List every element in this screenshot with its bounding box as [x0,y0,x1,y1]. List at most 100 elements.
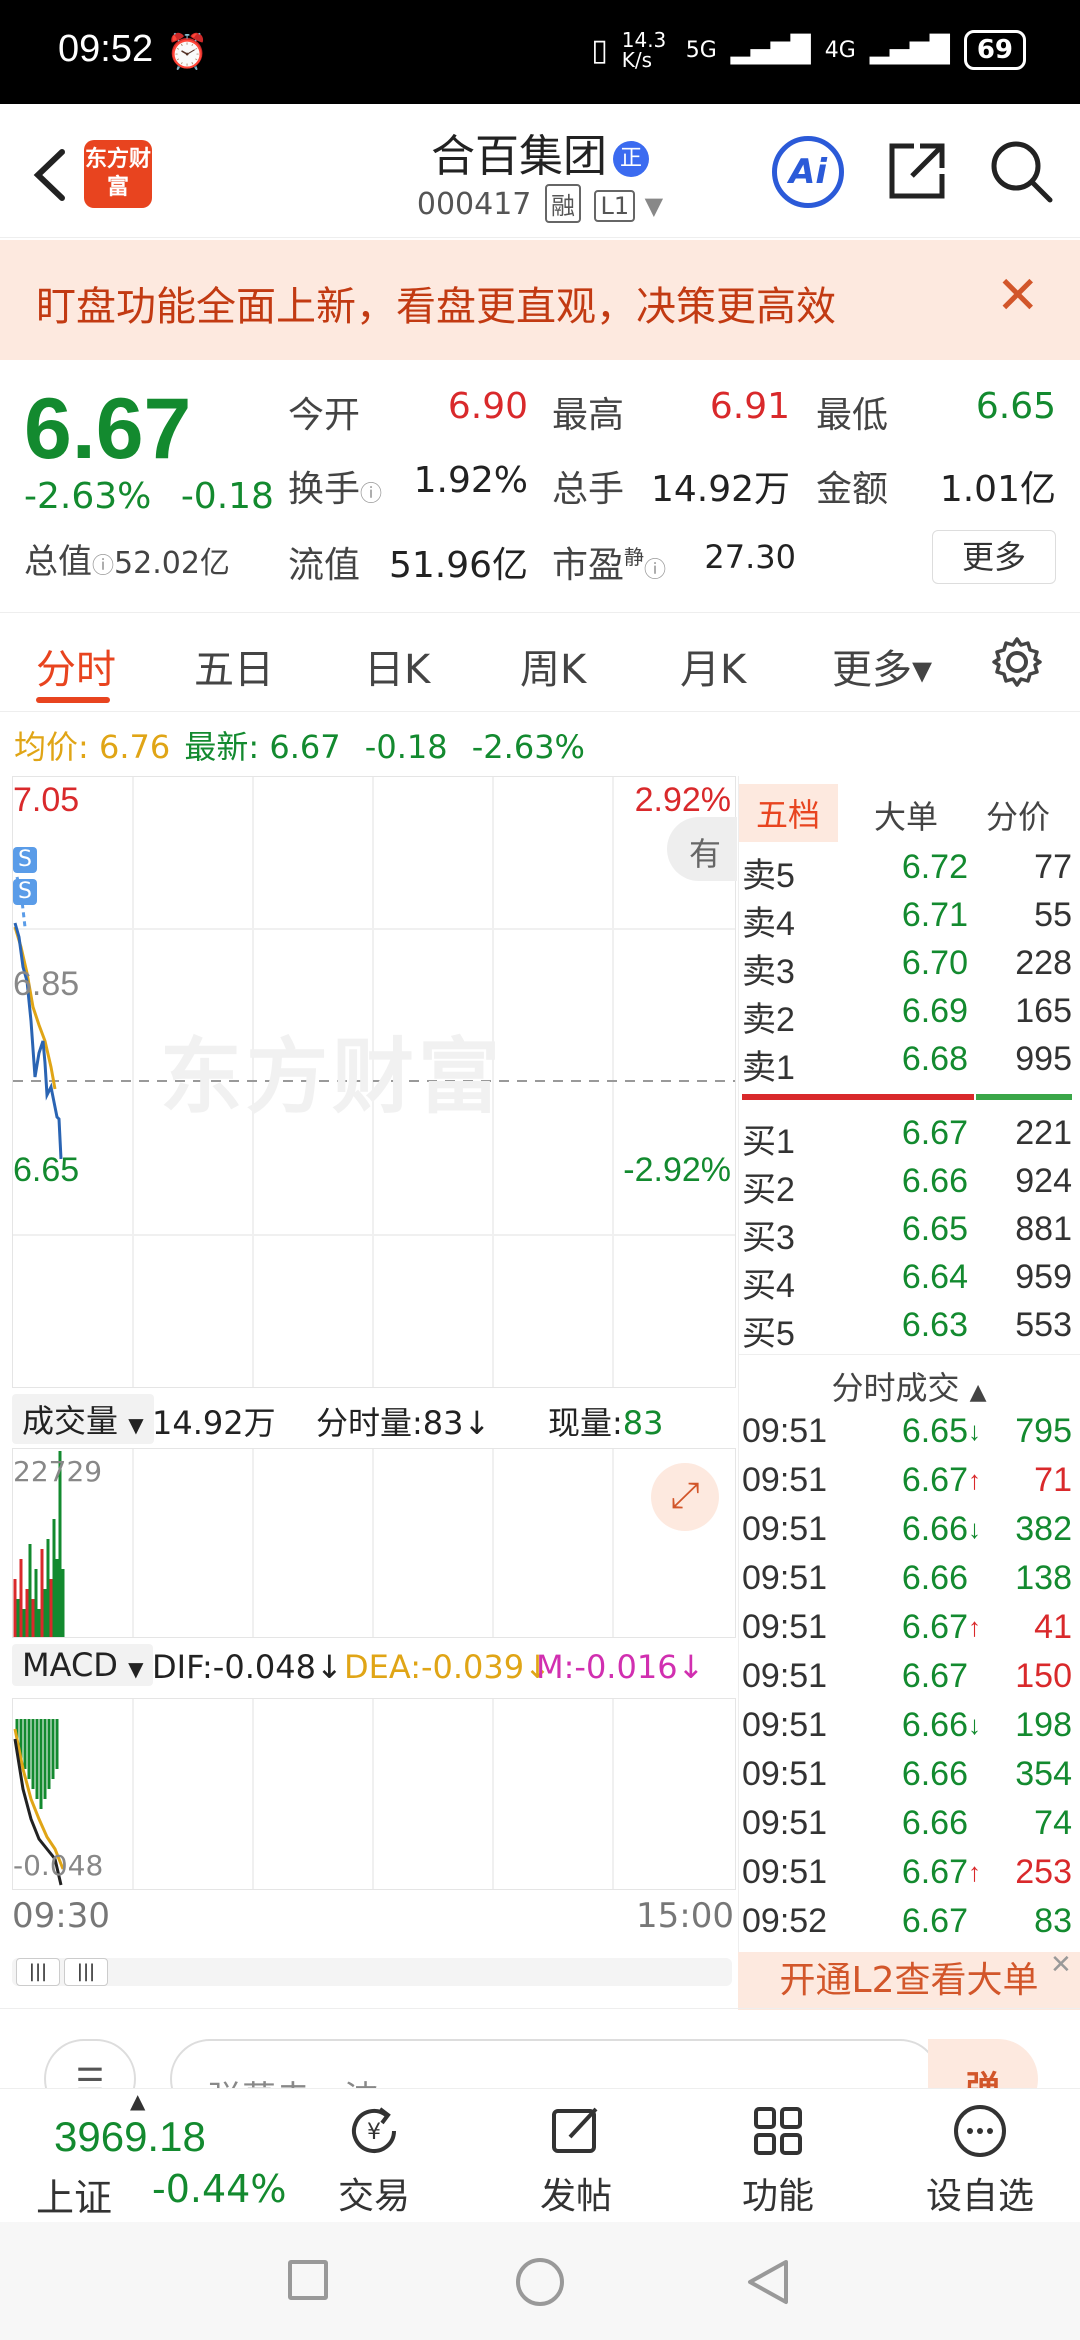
back-icon[interactable] [746,2258,790,2306]
expand-icon[interactable]: ⤢ [651,1463,719,1531]
turnover-value: 1.92% [413,460,528,501]
grid-icon [754,2107,802,2155]
macd-dropdown[interactable]: MACD ▼ [12,1644,154,1686]
danmaku-send-button[interactable]: 弹 [928,2039,1038,2088]
tab-five-day[interactable]: 五日 [194,637,274,695]
trades-title[interactable]: 分时成交 ▲ [738,1354,1080,1408]
edit-icon [552,2107,598,2153]
avg-value: 6.76 [98,728,171,766]
total-value: 总值ⓘ52.02亿 [24,534,230,583]
scroll-handle-right[interactable]: ||| [64,1958,108,1986]
macd-dif: DIF:-0.048↓ [152,1648,343,1686]
info-icon[interactable]: ⓘ [644,558,666,583]
volume-dropdown[interactable]: 成交量 ▼ [12,1394,154,1444]
comment-list-icon[interactable]: ☰ [44,2039,136,2088]
tab-large-orders[interactable]: 大单 [874,792,938,838]
trade-row: 09:51 6.67 ↑ 71 [742,1461,1072,1499]
float-value: 51.96亿 [388,545,528,586]
bottom-nav: ▲ 3969.18 上证 -0.44% ¥ 交易 发帖 功能 设自选 [0,2088,1080,2222]
chart-tabs: 分时 五日 日K 周K 月K 更多▾ [0,612,1080,712]
volume-chart[interactable]: 22729 ⤢ [12,1448,736,1638]
share-icon[interactable] [884,138,950,204]
tab-five-level[interactable]: 五档 [738,784,839,842]
net-5g: 5G [685,37,717,63]
tab-monthly-k[interactable]: 月K [680,637,746,695]
promo-banner[interactable]: 盯盘功能全面上新，看盘更直观，决策更高效 ✕ [0,240,1080,360]
bid-row: 买3 6.65 881 [742,1210,1072,1257]
tab-more[interactable]: 更多▾ [832,637,932,695]
trade-row: 09:51 6.67 150 [742,1657,1072,1695]
change-pct: -2.63% [24,476,152,517]
latest-value: 6.67 [269,728,341,766]
index-name: 上证 [36,2176,113,2220]
tab-intraday[interactable]: 分时 [36,637,116,695]
chart-bottom-pct: -2.92% [623,1151,731,1189]
trade-row: 09:51 6.67 ↑ 41 [742,1608,1072,1646]
nav-trade[interactable]: ¥ 交易 [304,2103,444,2219]
verified-badge: 正 [613,141,649,177]
close-icon[interactable]: ✕ [1050,1950,1072,1980]
l2-upgrade-banner[interactable]: 开通L2查看大单 [738,1952,1080,2010]
tab-daily-k[interactable]: 日K [364,637,430,695]
sell-marker-2[interactable]: S [13,879,37,905]
svg-text:¥: ¥ [367,2120,381,2145]
ask-row: 卖2 6.69 165 [742,992,1072,1039]
nav-post[interactable]: 发帖 [506,2103,646,2219]
nav-functions[interactable]: 功能 [708,2103,848,2219]
ask-row: 卖4 6.71 55 [742,896,1072,943]
change-amt: -0.18 [180,476,274,517]
status-time: 09:52 [58,28,154,70]
bid-row: 买4 6.64 959 [742,1258,1072,1305]
status-bar: 09:52 ⏰ ▯ 14.3 K/s 5G ▂▄▆█ 4G ▂▄▆█ 69 [0,0,1080,104]
chevron-down-icon: ▼ [644,192,664,220]
chart-mid-price: 6.85 [13,965,80,1003]
volume-max-label: 22729 [13,1455,103,1488]
trade-row: 09:51 6.66 74 [742,1804,1072,1842]
sell-marker[interactable]: S [13,847,37,873]
trade-icon: ¥ [352,2107,396,2153]
trade-row: 09:52 6.67 83 [742,1902,1072,1940]
chart-bottom-price: 6.65 [13,1151,80,1189]
minute-volume: 分时量:83↓ [316,1404,491,1442]
home-icon[interactable] [516,2258,564,2306]
latest-pct: -2.63% [471,728,585,766]
scroll-handle-left[interactable]: ||| [16,1958,60,1986]
recent-apps-icon[interactable] [288,2260,328,2300]
trade-row: 09:51 6.67 ↑ 253 [742,1853,1072,1891]
search-icon[interactable] [988,138,1054,204]
tab-price-dist[interactable]: 分价 [986,792,1050,838]
trade-row: 09:51 6.66 ↓ 198 [742,1706,1072,1744]
ask-row: 卖3 6.70 228 [742,944,1072,991]
alarm-icon: ⏰ [166,32,209,72]
more-button[interactable]: 更多 [932,530,1056,584]
stock-header: 东方财富 合百集团正 000417 融 L1 ▼ Ai [0,104,1080,238]
macd-chart[interactable]: -0.048 [12,1698,736,1890]
info-icon[interactable]: ⓘ [92,554,114,579]
index-widget[interactable]: ▲ 3969.18 上证 -0.44% [0,2089,300,2223]
high-value: 6.91 [709,386,790,427]
tab-weekly-k[interactable]: 周K [520,637,586,695]
chart-top-price: 7.05 [13,781,80,819]
ai-button[interactable]: Ai [772,136,844,208]
high-label: 最高 [552,395,625,436]
signal-icon-2: ▂▄▆█ [869,35,950,65]
bid-row: 买1 6.67 221 [742,1114,1072,1161]
gear-icon[interactable] [990,635,1044,689]
danmaku-input[interactable]: 弹幕走一波 [170,2039,940,2088]
macd-m: M:-0.016↓ [536,1648,705,1686]
pe-label: 市盈静ⓘ [552,545,667,586]
avg-label: 均价: [14,728,89,766]
pe-sup: 静 [624,545,645,569]
nav-add-watchlist[interactable]: 设自选 [910,2103,1050,2219]
active-tab-indicator [36,697,110,703]
side-drawer-tab[interactable]: 有 [667,817,737,881]
signal-icon: ▂▄▆█ [730,35,811,65]
chart-scrollbar[interactable]: ||| ||| [12,1958,732,1986]
close-icon[interactable]: ✕ [996,266,1040,326]
tag-level: L1 [594,190,636,222]
info-icon[interactable]: ⓘ [360,482,382,507]
volume-chart-svg [13,1449,614,1637]
ask-row: 卖1 6.68 995 [742,1040,1072,1087]
turnover-label: 换手ⓘ [288,469,383,510]
stock-name: 合百集团 [431,131,607,182]
